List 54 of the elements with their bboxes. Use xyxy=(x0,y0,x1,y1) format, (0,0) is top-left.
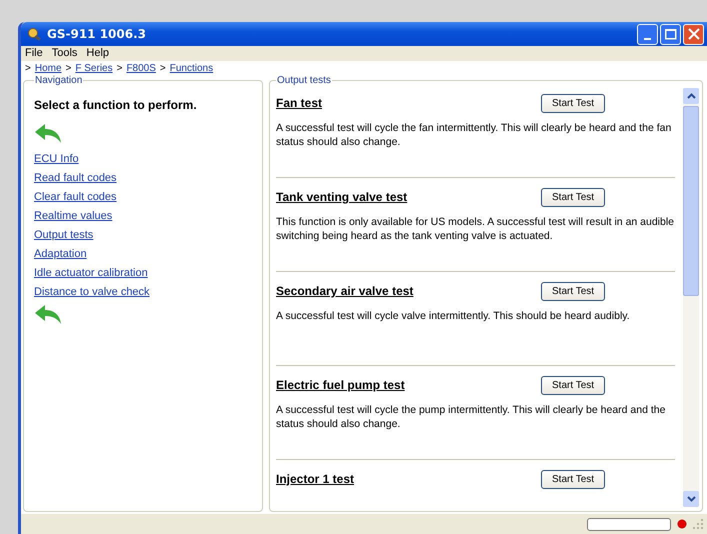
function-link[interactable]: Clear fault codes xyxy=(34,191,117,203)
chevron-down-icon xyxy=(686,496,696,502)
test-title: Injector 1 test xyxy=(276,472,356,486)
magnifier-icon xyxy=(27,27,43,41)
close-button[interactable] xyxy=(683,24,704,44)
test-title: Fan test xyxy=(276,96,324,110)
function-link[interactable]: Adaptation xyxy=(34,248,87,260)
function-link[interactable]: Distance to valve check xyxy=(34,286,150,298)
test-title: Electric fuel pump test xyxy=(276,378,406,392)
start-test-button[interactable]: Start Test xyxy=(541,282,606,300)
breadcrumb-link[interactable]: Home xyxy=(34,62,62,74)
start-test-button[interactable]: Start Test xyxy=(541,94,606,112)
test-description: This function is only available for US models. A successful test will result in an audible switching being heard as the tank venting valve is actuated. xyxy=(276,215,675,243)
breadcrumb-separator: > xyxy=(116,62,122,74)
chevron-up-icon xyxy=(686,93,696,99)
start-test-button[interactable]: Start Test xyxy=(541,376,606,394)
menu-item[interactable]: File xyxy=(25,47,43,60)
scroll-down-button[interactable] xyxy=(683,491,699,507)
panel-legend: Navigation xyxy=(34,75,84,86)
function-link[interactable]: Idle actuator calibration xyxy=(34,267,148,279)
test-title: Tank venting valve test xyxy=(276,190,408,204)
minimize-icon xyxy=(644,38,651,40)
menu-item[interactable]: Help xyxy=(86,47,110,60)
breadcrumb-separator: > xyxy=(25,62,31,74)
close-icon xyxy=(688,28,700,40)
test-description: A successful test will cycle the fan intermittently. This will clearly be heard and the fan status should also change. xyxy=(276,121,672,149)
status-dot-icon xyxy=(677,519,687,529)
breadcrumb-link[interactable]: Functions xyxy=(170,62,214,74)
maximize-button[interactable] xyxy=(660,24,681,44)
breadcrumb-separator: > xyxy=(160,62,166,74)
scrollbar[interactable] xyxy=(683,88,699,507)
test-description: A successful test will cycle the pump intermittently. This will clearly be heard and the status should also change. xyxy=(276,403,666,431)
scroll-thumb[interactable] xyxy=(683,106,699,296)
maximize-icon xyxy=(664,28,676,40)
breadcrumb-link[interactable]: F Series xyxy=(75,62,113,74)
back-arrow-icon[interactable] xyxy=(34,305,62,325)
instruction-heading: Select a function to perform. xyxy=(34,98,197,112)
panel-legend: Output tests xyxy=(276,75,332,86)
test-description: A successful test will cycle valve intermittently. This should be heard audibly. xyxy=(276,309,631,323)
function-link[interactable]: Realtime values xyxy=(34,210,112,222)
minimize-button[interactable] xyxy=(637,24,658,44)
breadcrumb-separator: > xyxy=(66,62,72,74)
function-link[interactable]: ECU Info xyxy=(34,153,79,165)
function-link[interactable]: Output tests xyxy=(34,229,94,241)
menu-item[interactable]: Tools xyxy=(52,47,78,60)
function-link[interactable]: Read fault codes xyxy=(34,172,117,184)
start-test-button[interactable]: Start Test xyxy=(541,188,606,206)
start-test-button[interactable]: Start Test xyxy=(541,470,606,488)
breadcrumb-link[interactable]: F800S xyxy=(126,62,156,74)
resize-grip-icon xyxy=(693,519,703,529)
test-title: Secondary air valve test xyxy=(276,284,414,298)
window-title: GS-911 1006.3 xyxy=(47,27,146,41)
scroll-up-button[interactable] xyxy=(683,88,699,104)
back-arrow-icon[interactable] xyxy=(34,124,62,144)
